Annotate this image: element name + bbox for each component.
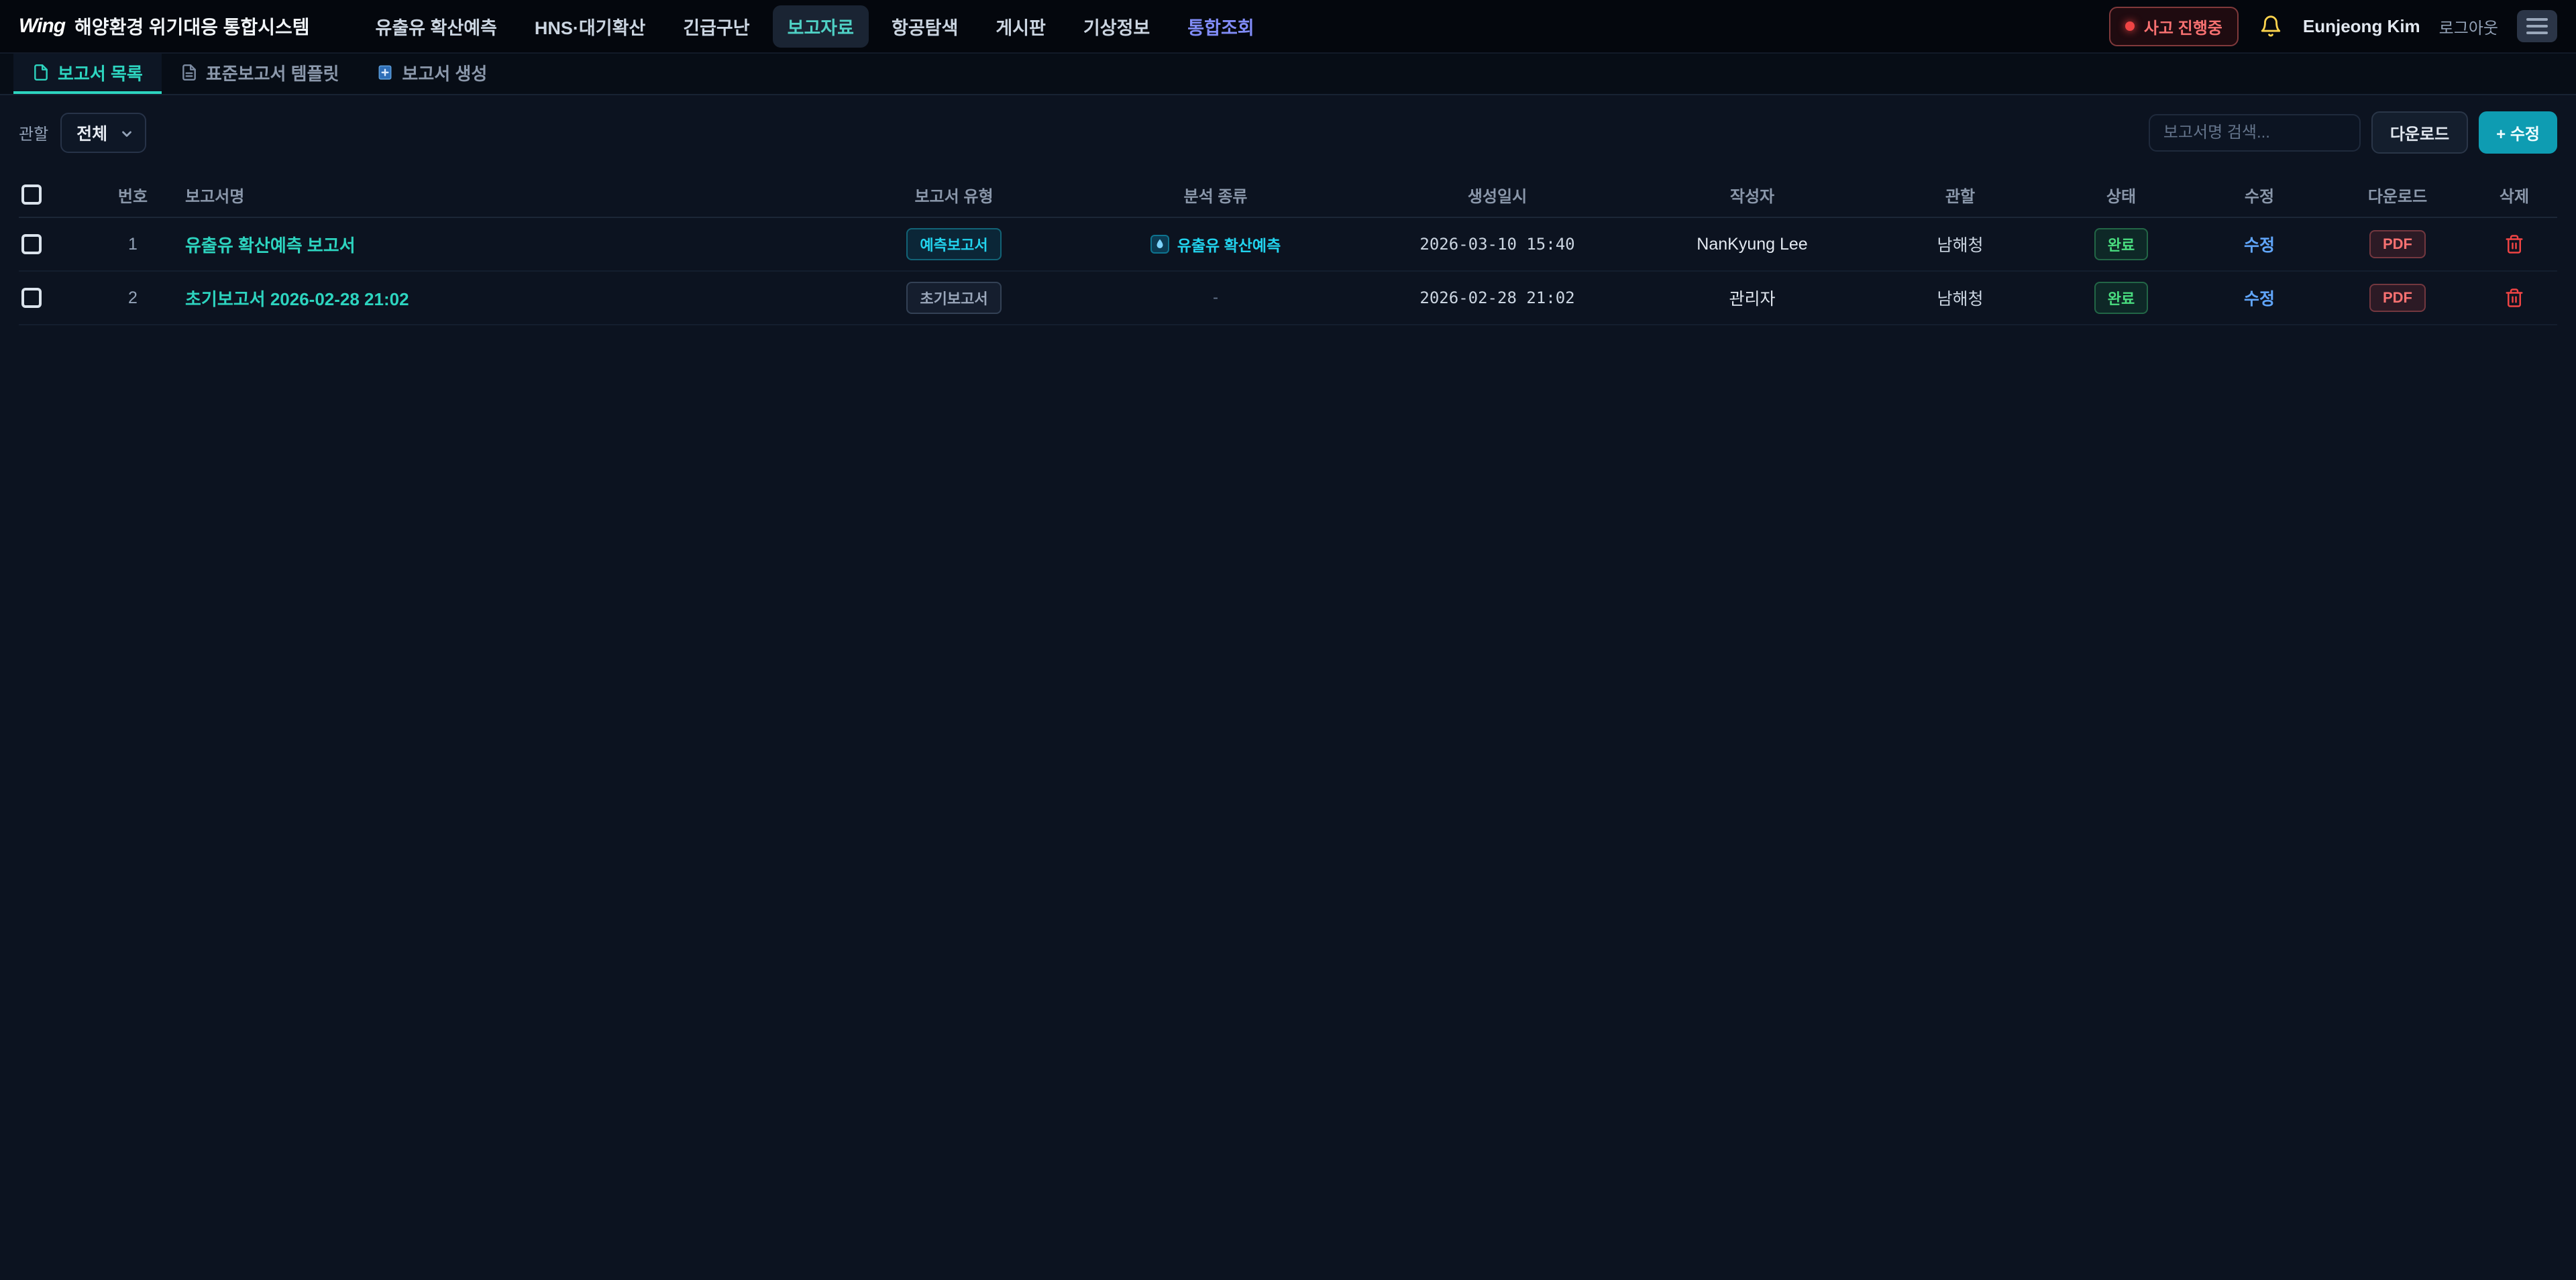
header-status: 상태 [2047, 183, 2195, 207]
primary-action-button[interactable]: + 수정 [2479, 111, 2557, 154]
header-no: 번호 [89, 183, 177, 207]
header-jurisdiction: 관할 [1873, 183, 2047, 207]
jurisdiction-selected-value: 전체 [76, 121, 107, 145]
created-datetime: 2026-03-10 15:40 [1419, 235, 1574, 254]
status-badge: 완료 [2094, 228, 2148, 260]
app-title: 해양환경 위기대응 통합시스템 [74, 13, 309, 40]
select-all-checkbox[interactable] [21, 184, 42, 205]
author-name: NanKyung Lee [1697, 235, 1807, 254]
table-header-row: 번호 보고서명 보고서 유형 분석 종류 생성일시 작성자 관할 상태 수정 다… [19, 172, 2557, 218]
template-document-icon [180, 64, 198, 81]
created-datetime: 2026-02-28 21:02 [1419, 288, 1574, 307]
incident-dot-icon [2125, 21, 2135, 31]
status-badge: 완료 [2094, 282, 2148, 314]
notification-bell-icon[interactable] [2257, 13, 2284, 40]
report-tabbar: 보고서 목록 표준보고서 템플릿 보고서 생성 [0, 54, 2576, 95]
table-row: 2 초기보고서 2026-02-28 21:02 초기보고서 - 2026-02… [19, 272, 2557, 325]
oil-spill-analysis-icon [1150, 235, 1169, 254]
nav-item-board[interactable]: 게시판 [981, 5, 1061, 48]
filter-bar: 관할 전체 다운로드 + 수정 [0, 95, 2576, 167]
header-analysis: 분석 종류 [1068, 183, 1363, 207]
report-name-link[interactable]: 초기보고서 2026-02-28 21:02 [185, 286, 409, 311]
report-table: 번호 보고서명 보고서 유형 분석 종류 생성일시 작성자 관할 상태 수정 다… [0, 167, 2576, 325]
row-checkbox[interactable] [21, 234, 42, 254]
edit-link[interactable]: 수정 [2244, 232, 2275, 256]
tab-standard-template[interactable]: 표준보고서 템플릿 [162, 54, 358, 94]
incident-status-badge[interactable]: 사고 진행중 [2109, 7, 2239, 46]
tab-create-report[interactable]: 보고서 생성 [358, 54, 506, 94]
row-number: 1 [128, 235, 138, 254]
analysis-type[interactable]: 유출유 확산예측 [1150, 233, 1281, 256]
document-icon [32, 64, 50, 81]
jurisdiction-filter-label: 관할 [19, 121, 48, 144]
report-name-link[interactable]: 유출유 확산예측 보고서 [185, 232, 356, 257]
download-button[interactable]: 다운로드 [2371, 111, 2468, 154]
app-logo[interactable]: Wing 해양환경 위기대응 통합시스템 [19, 13, 310, 40]
pdf-download-button[interactable]: PDF [2369, 284, 2426, 312]
report-type-badge: 예측보고서 [906, 228, 1001, 260]
chevron-down-icon [119, 126, 134, 141]
create-document-icon [376, 64, 394, 81]
delete-trash-icon[interactable] [2504, 288, 2524, 308]
header-author: 작성자 [1631, 183, 1873, 207]
jurisdiction-value: 남해청 [1937, 232, 1983, 256]
nav-item-oil-spill[interactable]: 유출유 확산예측 [361, 5, 512, 48]
header-download: 다운로드 [2324, 183, 2471, 207]
header-edit: 수정 [2195, 183, 2324, 207]
main-nav: 유출유 확산예측 HNS·대기확산 긴급구난 보고자료 항공탐색 게시판 기상정… [361, 5, 1269, 48]
pdf-download-button[interactable]: PDF [2369, 230, 2426, 258]
header-name: 보고서명 [177, 183, 840, 207]
hamburger-menu-icon[interactable] [2517, 10, 2557, 42]
header-type: 보고서 유형 [840, 183, 1068, 207]
nav-item-aerial-search[interactable]: 항공탐색 [877, 5, 973, 48]
filter-right-cluster: 다운로드 + 수정 [2149, 111, 2557, 154]
row-checkbox[interactable] [21, 288, 42, 308]
brand-text: Wing [19, 15, 65, 38]
author-name: 관리자 [1729, 286, 1775, 310]
header-created: 생성일시 [1363, 183, 1631, 207]
tab-report-list[interactable]: 보고서 목록 [13, 54, 162, 94]
nav-item-integrated-search[interactable]: 통합조회 [1173, 5, 1269, 48]
analysis-type-empty: - [1213, 288, 1218, 307]
logout-button[interactable]: 로그아웃 [2439, 15, 2498, 38]
jurisdiction-value: 남해청 [1937, 286, 1983, 310]
incident-badge-label: 사고 진행중 [2144, 15, 2222, 38]
nav-item-reports[interactable]: 보고자료 [773, 5, 869, 48]
jurisdiction-select[interactable]: 전체 [60, 113, 146, 153]
table-row: 1 유출유 확산예측 보고서 예측보고서 유출유 확산예측 2026-03-10… [19, 218, 2557, 272]
analysis-type-label: 유출유 확산예측 [1177, 233, 1281, 256]
user-name: Eunjeong Kim [2303, 16, 2420, 37]
nav-item-hns[interactable]: HNS·대기확산 [520, 5, 660, 48]
nav-item-weather[interactable]: 기상정보 [1069, 5, 1165, 48]
topbar-right-cluster: 사고 진행중 Eunjeong Kim 로그아웃 [2109, 7, 2557, 46]
header-delete: 삭제 [2471, 183, 2557, 207]
nav-item-rescue[interactable]: 긴급구난 [668, 5, 764, 48]
delete-trash-icon[interactable] [2504, 234, 2524, 254]
report-search-input[interactable] [2149, 114, 2361, 152]
report-type-badge: 초기보고서 [906, 282, 1001, 314]
row-number: 2 [128, 288, 138, 308]
edit-link[interactable]: 수정 [2244, 286, 2275, 310]
top-bar: Wing 해양환경 위기대응 통합시스템 유출유 확산예측 HNS·대기확산 긴… [0, 0, 2576, 54]
